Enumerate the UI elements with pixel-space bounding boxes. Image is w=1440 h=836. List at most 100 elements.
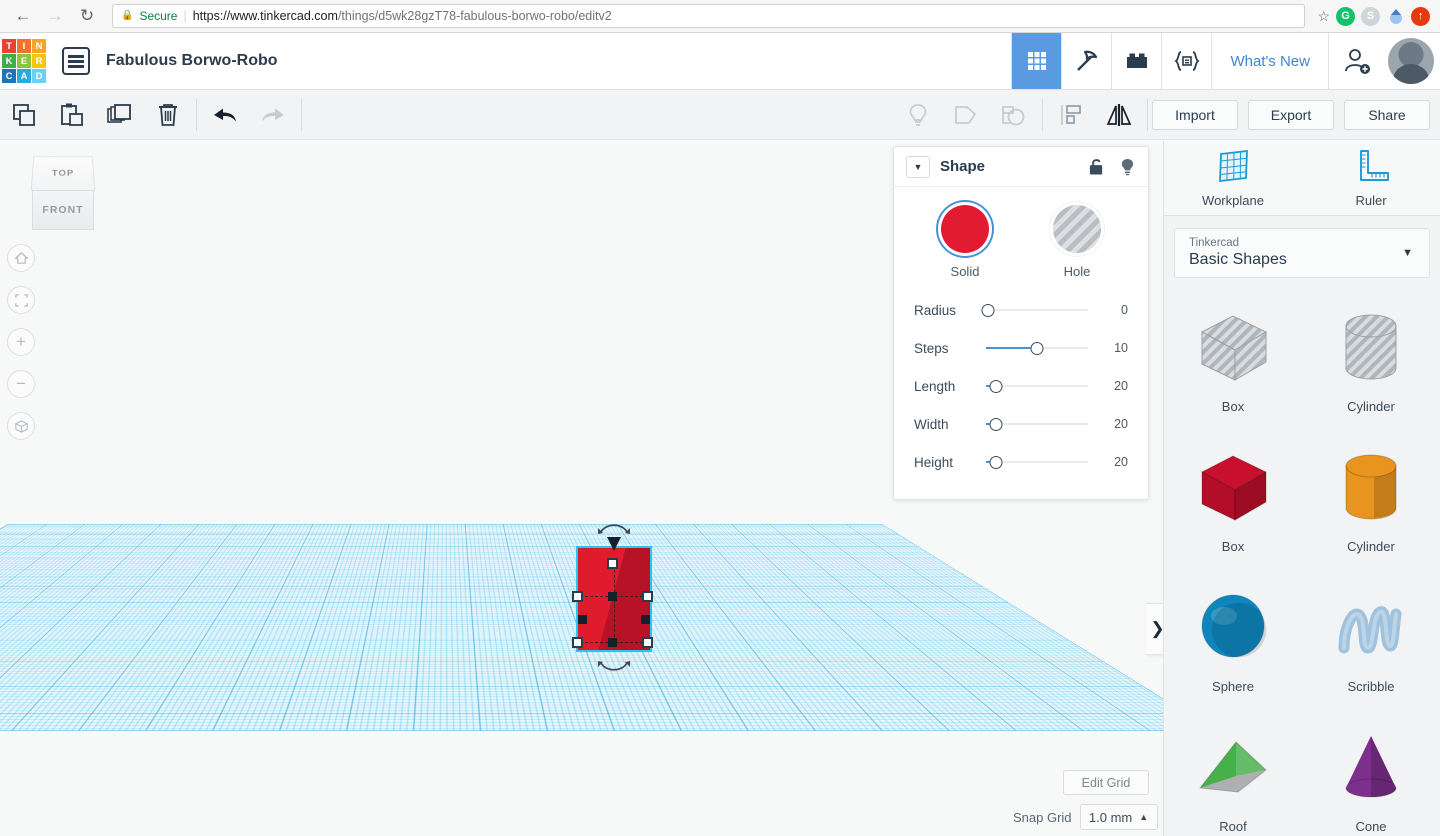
corner-handle-left[interactable]	[578, 615, 587, 624]
shape-cone[interactable]: Cone	[1302, 710, 1440, 836]
whats-new-link[interactable]: What's New	[1211, 33, 1328, 89]
steps-slider-fill	[986, 347, 1037, 349]
diamond-extension-icon[interactable]	[1386, 7, 1405, 26]
redo-button[interactable]	[249, 90, 297, 140]
length-slider-knob[interactable]	[989, 379, 1003, 393]
length-slider[interactable]: Length 20	[914, 367, 1128, 405]
center-handle[interactable]	[608, 592, 617, 601]
upload-extension-icon[interactable]: ↑	[1411, 6, 1430, 26]
bottom-right-handle[interactable]	[642, 637, 653, 648]
edit-grid-button[interactable]: Edit Grid	[1063, 770, 1149, 795]
edit-toolbar: Import Export Share	[0, 90, 1440, 140]
grammarly-extension-icon[interactable]: G	[1336, 6, 1355, 26]
solid-swatch[interactable]: Solid	[932, 205, 998, 279]
star-icon[interactable]: ☆	[1317, 8, 1330, 25]
chevron-down-icon[interactable]: ▼	[906, 155, 930, 178]
hide-show-button[interactable]	[894, 90, 942, 140]
header-spacer	[278, 33, 1012, 89]
left-handle[interactable]	[572, 591, 583, 602]
bottom-left-handle[interactable]	[572, 637, 583, 648]
ungroup-button[interactable]	[990, 90, 1038, 140]
shape-box-red[interactable]: Box	[1164, 430, 1302, 570]
tab-minecraft[interactable]	[1061, 33, 1111, 89]
radius-slider-track[interactable]	[981, 302, 1088, 318]
align-button[interactable]	[1047, 90, 1095, 140]
top-handle[interactable]	[607, 558, 618, 569]
shape-cylinder-orange[interactable]: Cylinder	[1302, 430, 1440, 570]
lightbulb-icon[interactable]	[1119, 157, 1136, 177]
undo-button[interactable]	[201, 90, 249, 140]
shape-library-select[interactable]: Tinkercad Basic Shapes ▼	[1174, 228, 1430, 278]
copy-button[interactable]	[0, 90, 48, 140]
share-button[interactable]: Share	[1344, 99, 1430, 130]
snap-grid-select[interactable]: 1.0 mm ▲	[1079, 804, 1158, 830]
fit-to-view-button[interactable]	[7, 286, 35, 314]
view-cube-front-face[interactable]: FRONT	[32, 190, 94, 230]
browser-back-button[interactable]: ←	[10, 3, 36, 29]
height-slider[interactable]: Height 20	[914, 443, 1128, 481]
tinkercad-logo[interactable]: TIN KER CAD	[0, 33, 48, 89]
group-button[interactable]	[942, 90, 990, 140]
hole-color-circle[interactable]	[1053, 205, 1101, 253]
paste-button[interactable]	[48, 90, 96, 140]
radius-slider-knob[interactable]	[981, 303, 995, 317]
shape-box-red-thumb	[1190, 446, 1276, 533]
unlocked-padlock-icon[interactable]	[1088, 157, 1105, 176]
export-button[interactable]: Export	[1248, 99, 1334, 130]
browser-reload-button[interactable]: ↻	[74, 3, 100, 29]
add-user-button[interactable]	[1328, 33, 1384, 89]
delete-button[interactable]	[144, 90, 192, 140]
right-handle[interactable]	[642, 591, 653, 602]
radius-slider[interactable]: Radius 0	[914, 291, 1128, 329]
rotate-handle-top[interactable]	[597, 520, 631, 541]
cube-icon	[14, 419, 28, 433]
shape-scribble[interactable]: Scribble	[1302, 570, 1440, 710]
design-menu-icon[interactable]	[62, 47, 90, 75]
import-button[interactable]: Import	[1152, 99, 1238, 130]
ruler-tool[interactable]: Ruler	[1302, 141, 1440, 215]
shape-box-hole[interactable]: Box	[1164, 290, 1302, 430]
view-cube-top-face[interactable]: TOP	[30, 156, 96, 192]
zoom-in-button[interactable]: +	[7, 328, 35, 356]
logo-letter-t-0: T	[2, 39, 16, 53]
align-icon	[1061, 104, 1081, 125]
steps-slider-knob[interactable]	[1030, 341, 1044, 355]
rotate-handle-bottom[interactable]	[597, 659, 631, 680]
browser-address-bar[interactable]: 🔒 Secure | https://www.tinkercad.com/thi…	[112, 4, 1306, 28]
skype-extension-icon[interactable]: S	[1361, 6, 1380, 26]
shape-cylinder-hole[interactable]: Cylinder	[1302, 290, 1440, 430]
shape-sphere[interactable]: Sphere	[1164, 570, 1302, 710]
browser-forward-button[interactable]: →	[42, 3, 68, 29]
view-cube[interactable]: TOP FRONT	[22, 154, 104, 242]
tab-codeblocks[interactable]	[1161, 33, 1211, 89]
zoom-out-button[interactable]: −	[7, 370, 35, 398]
logo-letter-e-4: E	[17, 54, 31, 68]
steps-slider-track[interactable]	[986, 340, 1088, 356]
shape-box-hole-label: Box	[1221, 399, 1245, 414]
selected-shape[interactable]	[572, 524, 653, 671]
width-slider[interactable]: Width 20	[914, 405, 1128, 443]
ruler-icon	[1360, 150, 1389, 181]
width-slider-track[interactable]	[986, 416, 1088, 432]
steps-slider[interactable]: Steps 10	[914, 329, 1128, 367]
height-slider-track[interactable]	[986, 454, 1088, 470]
tab-3d-designs[interactable]	[1011, 33, 1062, 89]
tab-blocks[interactable]	[1111, 33, 1161, 89]
secure-label: Secure	[139, 9, 178, 23]
mirror-button[interactable]	[1095, 90, 1143, 140]
corner-handle-right[interactable]	[641, 615, 650, 624]
hole-swatch[interactable]: Hole	[1044, 205, 1110, 279]
duplicate-button[interactable]	[96, 90, 144, 140]
height-slider-knob[interactable]	[989, 455, 1003, 469]
shape-roof[interactable]: Roof	[1164, 710, 1302, 836]
pickaxe-icon	[1077, 50, 1098, 71]
length-slider-track[interactable]	[986, 378, 1088, 394]
bottom-center-handle[interactable]	[608, 638, 617, 647]
solid-color-circle[interactable]	[941, 205, 989, 253]
workplane-tool[interactable]: Workplane	[1164, 141, 1302, 215]
width-slider-knob[interactable]	[989, 417, 1003, 431]
avatar[interactable]	[1388, 38, 1434, 84]
logo-letter-i-1: I	[17, 39, 31, 53]
home-view-button[interactable]	[7, 244, 35, 272]
perspective-toggle-button[interactable]	[7, 412, 35, 440]
